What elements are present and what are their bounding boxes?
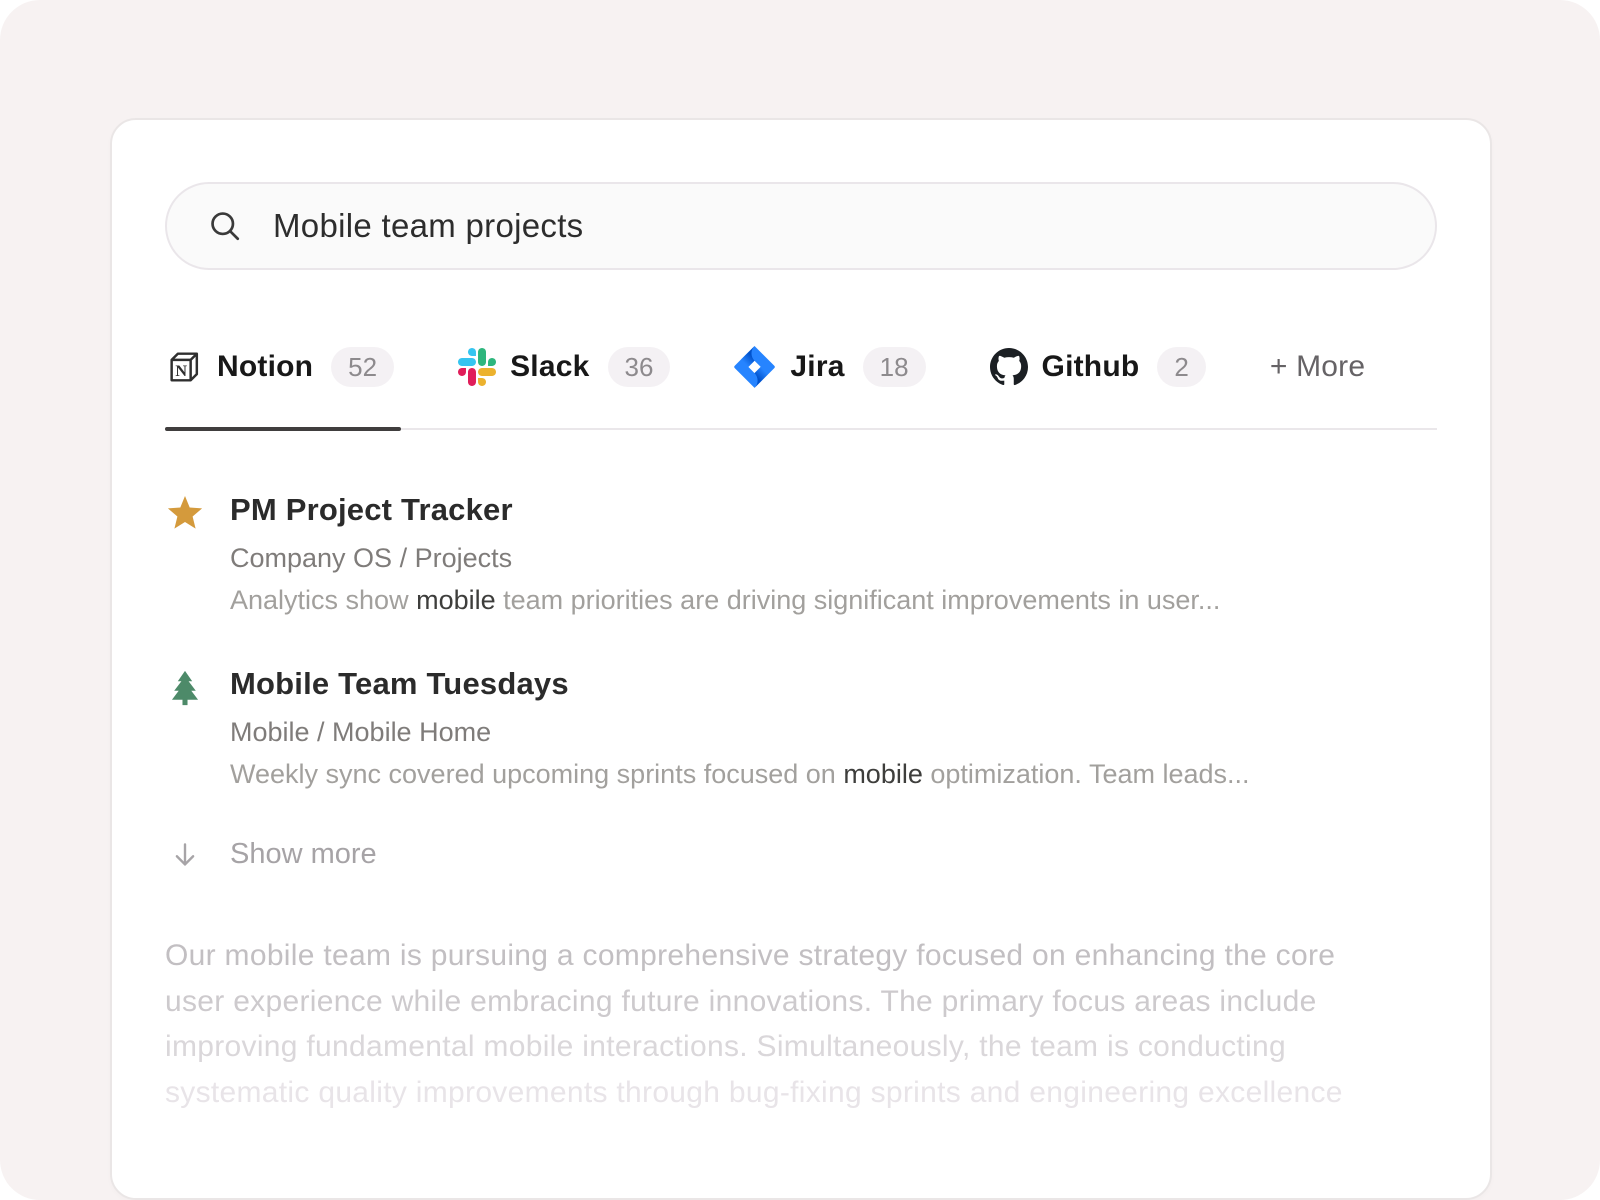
tab-slack-count-badge: 36 xyxy=(608,347,671,387)
pine-tree-icon xyxy=(165,666,205,790)
tab-notion-label: Notion xyxy=(217,350,313,384)
active-tab-indicator xyxy=(165,427,401,431)
tab-notion-count-badge: 52 xyxy=(331,347,394,387)
star-icon xyxy=(165,492,205,616)
search-icon xyxy=(207,208,243,244)
search-bar[interactable] xyxy=(165,182,1437,270)
svg-text:N: N xyxy=(175,363,187,380)
breadcrumb: Company OS / Projects xyxy=(230,543,1220,574)
show-more-button[interactable]: Show more xyxy=(165,838,1437,871)
tab-jira[interactable]: Jira 18 xyxy=(734,346,925,388)
tab-github-count-badge: 2 xyxy=(1157,347,1205,387)
result-title: PM Project Tracker xyxy=(230,492,1220,528)
tab-slack-label: Slack xyxy=(510,350,589,384)
snippet-text: team priorities are driving significant … xyxy=(496,585,1221,615)
results-list: PM Project Tracker Company OS / Projects… xyxy=(165,492,1437,871)
tab-jira-label: Jira xyxy=(790,350,844,384)
tab-notion[interactable]: N Notion 52 xyxy=(165,347,394,387)
github-icon xyxy=(990,348,1028,386)
tab-github-label: Github xyxy=(1042,350,1140,384)
result-snippet: Weekly sync covered upcoming sprints foc… xyxy=(230,759,1250,790)
page-background: N Notion 52 xyxy=(0,0,1600,1200)
answer-line: Our mobile team is pursuing a comprehens… xyxy=(165,933,1437,979)
answer-line: user experience while embracing future i… xyxy=(165,979,1437,1025)
tab-jira-count-badge: 18 xyxy=(863,347,926,387)
result-title: Mobile Team Tuesdays xyxy=(230,666,1250,702)
result-snippet: Analytics show mobile team priorities ar… xyxy=(230,585,1220,616)
snippet-highlight: mobile xyxy=(843,759,923,789)
breadcrumb: Mobile / Mobile Home xyxy=(230,717,1250,748)
notion-icon: N xyxy=(165,348,203,386)
tab-github[interactable]: Github 2 xyxy=(990,347,1206,387)
tab-more[interactable]: + More xyxy=(1270,350,1365,384)
slack-icon xyxy=(458,348,496,386)
snippet-text: Analytics show xyxy=(230,585,416,615)
answer-line: improving fundamental mobile interaction… xyxy=(165,1024,1437,1070)
snippet-highlight: mobile xyxy=(416,585,496,615)
search-input[interactable] xyxy=(273,207,1405,245)
show-more-label: Show more xyxy=(230,838,377,871)
jira-icon xyxy=(734,346,776,388)
search-modal: N Notion 52 xyxy=(110,118,1492,1200)
tab-slack[interactable]: Slack 36 xyxy=(458,347,670,387)
result-mobile-team-tuesdays[interactable]: Mobile Team Tuesdays Mobile / Mobile Hom… xyxy=(165,666,1437,790)
result-pm-project-tracker[interactable]: PM Project Tracker Company OS / Projects… xyxy=(165,492,1437,616)
source-tabs: N Notion 52 xyxy=(165,346,1437,430)
snippet-text: optimization. Team leads... xyxy=(923,759,1250,789)
answer-line: systematic quality improvements through … xyxy=(165,1070,1437,1116)
result-body: PM Project Tracker Company OS / Projects… xyxy=(230,492,1220,616)
arrow-down-icon xyxy=(165,840,205,870)
result-body: Mobile Team Tuesdays Mobile / Mobile Hom… xyxy=(230,666,1250,790)
snippet-text: Weekly sync covered upcoming sprints foc… xyxy=(230,759,843,789)
ai-answer-preview: Our mobile team is pursuing a comprehens… xyxy=(165,933,1437,1115)
